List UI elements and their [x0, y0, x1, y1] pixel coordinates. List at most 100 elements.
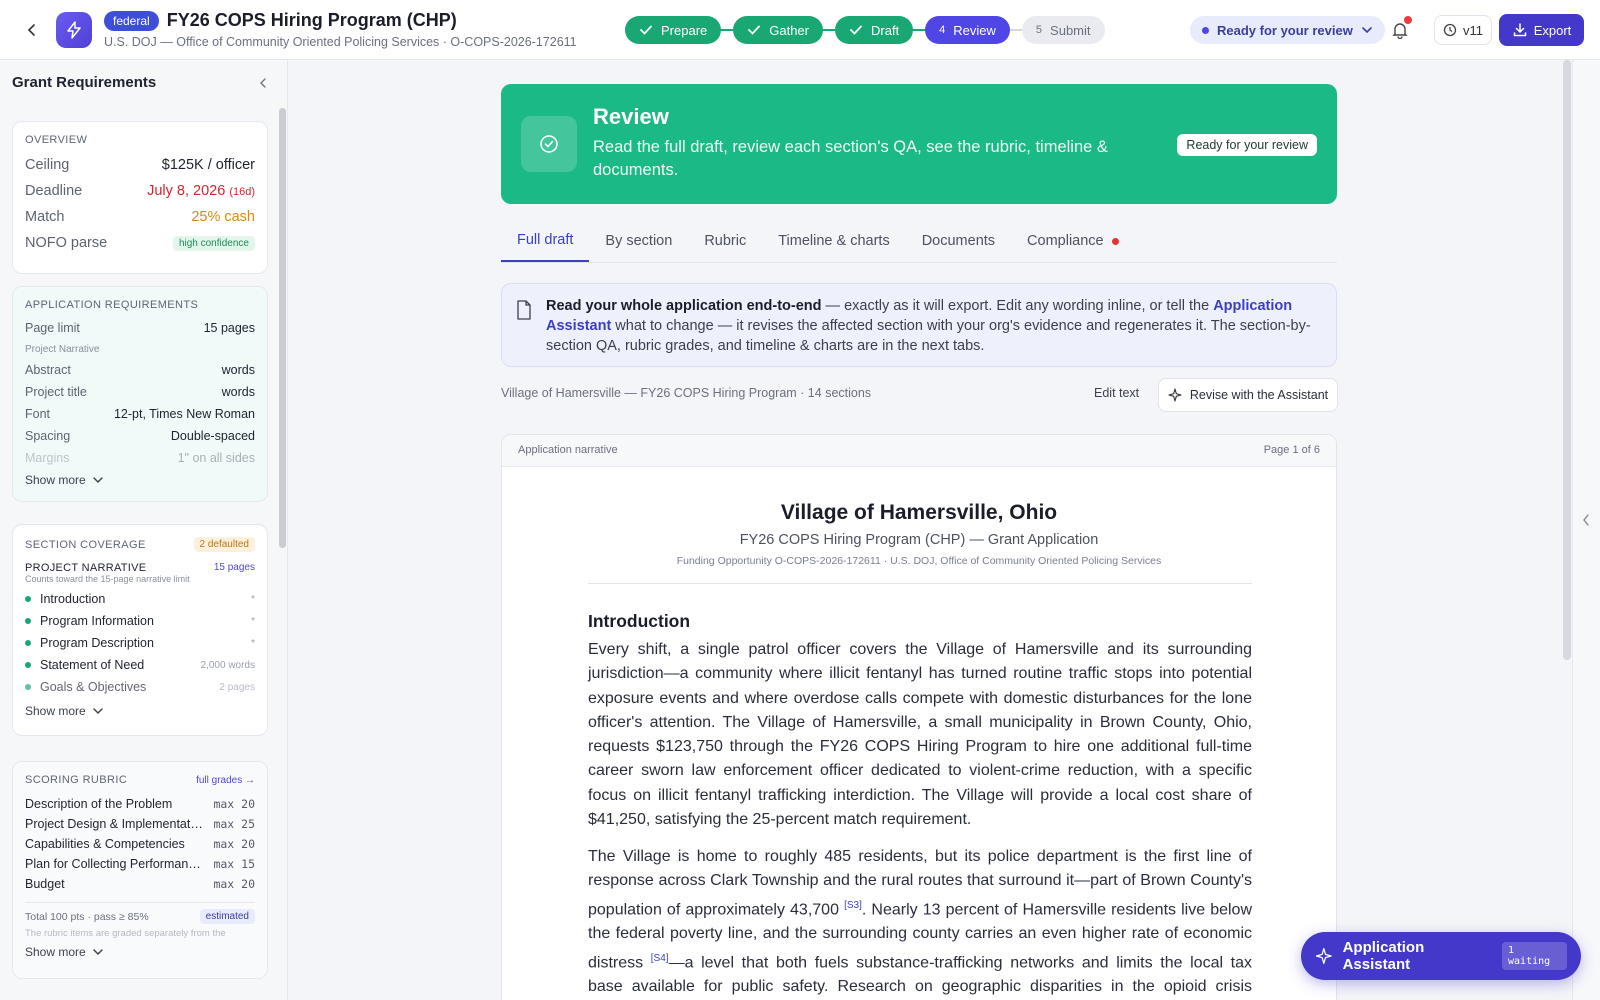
- chevron-left-icon[interactable]: [1578, 512, 1594, 528]
- step-gather[interactable]: Gather: [733, 16, 823, 44]
- section-item[interactable]: Program Information *: [25, 610, 255, 632]
- edit-text-button[interactable]: Edit text: [1094, 386, 1139, 400]
- section-item[interactable]: Program Description *: [25, 632, 255, 654]
- step-connector: [1009, 29, 1022, 31]
- section-item[interactable]: Goals & Objectives 2 pages: [25, 676, 255, 698]
- step-connector: [913, 29, 926, 31]
- application-requirements-card: Application requirements Page limit 15 pa…: [12, 286, 268, 502]
- step-review[interactable]: 4 Review: [925, 16, 1010, 44]
- tab-documents[interactable]: Documents: [906, 220, 1011, 262]
- coverage-group-note: Counts toward the 15-page narrative limi…: [25, 574, 190, 584]
- history-icon: [1443, 23, 1457, 37]
- full-grades-link[interactable]: full grades →: [196, 775, 255, 786]
- scoring-rubric-card: Scoring rubric full grades → Description…: [12, 761, 268, 979]
- chevron-left-icon[interactable]: [254, 74, 272, 92]
- funding-opportunity-line: Funding Opportunity O-COPS-2026-172611 ·…: [676, 555, 1162, 567]
- step-submit[interactable]: 5 Submit: [1021, 16, 1105, 44]
- check-icon: [640, 25, 652, 35]
- doc-section-label: Application narrative: [518, 444, 618, 456]
- step-prepare[interactable]: Prepare: [625, 16, 722, 44]
- confidence-badge: high confidence: [172, 235, 255, 251]
- citation[interactable]: [S3]: [844, 900, 862, 911]
- app-req-show-more[interactable]: Show more: [25, 473, 255, 487]
- bolt-icon[interactable]: [56, 12, 92, 48]
- chevron-down-icon: [92, 708, 103, 715]
- tab-timeline-charts[interactable]: Timeline & charts: [762, 220, 905, 262]
- rubric-item: Description of the Problem max 20: [25, 797, 255, 811]
- section-coverage-card: Section coverage 2 defaulted PROJECT NAR…: [12, 524, 268, 736]
- federal-badge: federal: [104, 10, 159, 31]
- font-row: Font 12-pt, Times New Roman: [25, 407, 255, 421]
- tab-compliance[interactable]: Compliance: [1011, 220, 1135, 262]
- revise-with-assistant-button[interactable]: Revise with the Assistant: [1158, 378, 1338, 412]
- info-text: Read your whole application end-to-end —…: [546, 298, 1311, 354]
- document-title: Village of Hamersville, Ohio: [780, 501, 1058, 524]
- overview-card: Overview Ceiling $125K / officer Deadlin…: [12, 121, 268, 274]
- coverage-group-pages: 15 pages: [213, 562, 255, 573]
- tab-full-draft[interactable]: Full draft: [501, 220, 590, 262]
- rubric-show-more[interactable]: Show more: [25, 945, 255, 959]
- status-dropdown[interactable]: Ready for your review: [1190, 16, 1385, 44]
- banner-text: Read the full draft, review each section…: [593, 138, 1108, 179]
- paragraph[interactable]: Every shift, a single patrol officer cov…: [588, 638, 1252, 832]
- review-tabs: Full draft By section Rubric Timeline & …: [501, 220, 1337, 262]
- rubric-item: Project Design & Implementation max 25: [25, 817, 255, 831]
- estimated-badge: estimated: [199, 909, 255, 924]
- coverage-show-more[interactable]: Show more: [25, 704, 255, 718]
- notification-dot: [1404, 16, 1412, 24]
- tab-rubric[interactable]: Rubric: [688, 220, 762, 262]
- download-icon: [1513, 23, 1526, 37]
- section-item[interactable]: Statement of Need 2,000 words: [25, 654, 255, 676]
- abstract-row: Abstract words: [25, 363, 255, 377]
- check-icon: [850, 25, 862, 35]
- program-subtitle: U.S. DOJ — Office of Community Oriented …: [104, 35, 577, 49]
- waiting-badge: 1 waiting: [1502, 942, 1567, 970]
- divider: [588, 583, 1252, 584]
- coverage-group-title: PROJECT NARRATIVE: [25, 562, 147, 574]
- bell-icon[interactable]: [1386, 16, 1414, 44]
- citation[interactable]: [S4]: [651, 953, 669, 964]
- back-icon[interactable]: [20, 18, 44, 42]
- sidebar-scrollbar[interactable]: [279, 108, 286, 548]
- chevron-down-icon: [92, 949, 103, 956]
- rubric-total: Total 100 pts · pass ≥ 85%: [25, 910, 149, 923]
- document-subtitle: FY26 COPS Hiring Program (CHP) — Grant A…: [739, 532, 1099, 548]
- step-draft[interactable]: Draft: [835, 16, 914, 44]
- top-bar: federal FY26 COPS Hiring Program (CHP) U…: [0, 0, 1600, 60]
- banner-title: Review: [593, 104, 669, 129]
- nofo-row: NOFO parse high confidence: [25, 230, 255, 256]
- review-banner: Review Read the full draft, review each …: [501, 84, 1337, 204]
- document-header: Application narrative Page 1 of 6: [502, 435, 1336, 467]
- rubric-item: Budget max 20: [25, 877, 255, 891]
- spacing-row: Spacing Double-spaced: [25, 429, 255, 443]
- requirements-sidebar: Grant Requirements Overview Ceiling $125…: [0, 60, 288, 1000]
- main-content: Review Read the full draft, review each …: [288, 60, 1600, 1000]
- paragraph[interactable]: The Village is home to roughly 485 resid…: [588, 845, 1252, 1000]
- compliance-alert-dot: [1111, 237, 1119, 245]
- draft-document: Application narrative Page 1 of 6 Villag…: [501, 434, 1337, 1000]
- app-req-title: Application requirements: [25, 299, 199, 311]
- rubric-item: Capabilities & Competencies max 20: [25, 837, 255, 851]
- main-scrollbar[interactable]: [1563, 60, 1571, 660]
- export-button[interactable]: Export: [1499, 14, 1584, 46]
- banner-status-pill: Ready for your review: [1177, 134, 1317, 156]
- sparkle-icon: [1168, 388, 1182, 402]
- status-dot: [1202, 26, 1209, 34]
- program-title: FY26 COPS Hiring Program (CHP): [166, 10, 457, 30]
- section-heading: Introduction: [588, 611, 691, 631]
- application-assistant-button[interactable]: Application Assistant 1 waiting: [1301, 932, 1581, 980]
- step-connector: [823, 29, 835, 31]
- info-callout: Read your whole application end-to-end —…: [501, 283, 1337, 367]
- coverage-title: Section coverage: [25, 538, 146, 551]
- page-limit-sub: Project Narrative: [25, 343, 100, 355]
- right-rail: [1572, 60, 1600, 1000]
- version-button[interactable]: v11: [1434, 15, 1492, 45]
- step-connector: [721, 29, 734, 31]
- margins-row: Margins 1" on all sides: [25, 451, 255, 465]
- chevron-down-icon: [92, 477, 103, 484]
- sidebar-title: Grant Requirements: [12, 74, 157, 91]
- tab-by-section[interactable]: By section: [589, 220, 688, 262]
- section-item[interactable]: Introduction *: [25, 588, 255, 610]
- project-title-row: Project title words: [25, 385, 255, 399]
- rubric-item: Plan for Collecting Performance Datamax …: [25, 857, 255, 871]
